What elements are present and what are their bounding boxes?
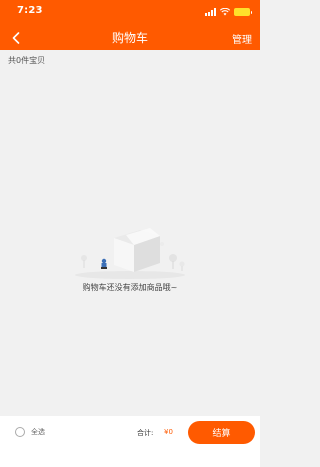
- signal-icon: [205, 8, 216, 16]
- empty-cart-message: 购物车还没有添加商品哦~: [82, 283, 178, 292]
- select-all-label: 全选: [31, 428, 45, 436]
- total-value: ¥0: [164, 428, 173, 436]
- cart-footer: 全选 合计: ¥0 结算: [0, 416, 260, 450]
- page-title: 购物车: [111, 31, 148, 45]
- status-time: 7:23: [17, 5, 43, 16]
- status-icons: [205, 7, 252, 17]
- bottom-safe-area: [0, 450, 260, 467]
- nav-bar: 购物车 管理: [0, 26, 260, 50]
- select-all-toggle[interactable]: 全选: [15, 427, 45, 437]
- manage-button[interactable]: 管理: [232, 31, 252, 46]
- item-count: 共0件宝贝: [8, 56, 46, 65]
- empty-box-illustration: [75, 228, 185, 279]
- total-label: 合计:: [137, 429, 154, 437]
- battery-icon: [234, 8, 252, 16]
- status-bar: 7:23: [0, 0, 260, 24]
- header: 7:23 购物车 管理: [0, 0, 260, 50]
- wifi-icon: [220, 8, 230, 16]
- select-all-checkbox[interactable]: [15, 427, 25, 437]
- checkout-button[interactable]: 结算: [188, 421, 255, 444]
